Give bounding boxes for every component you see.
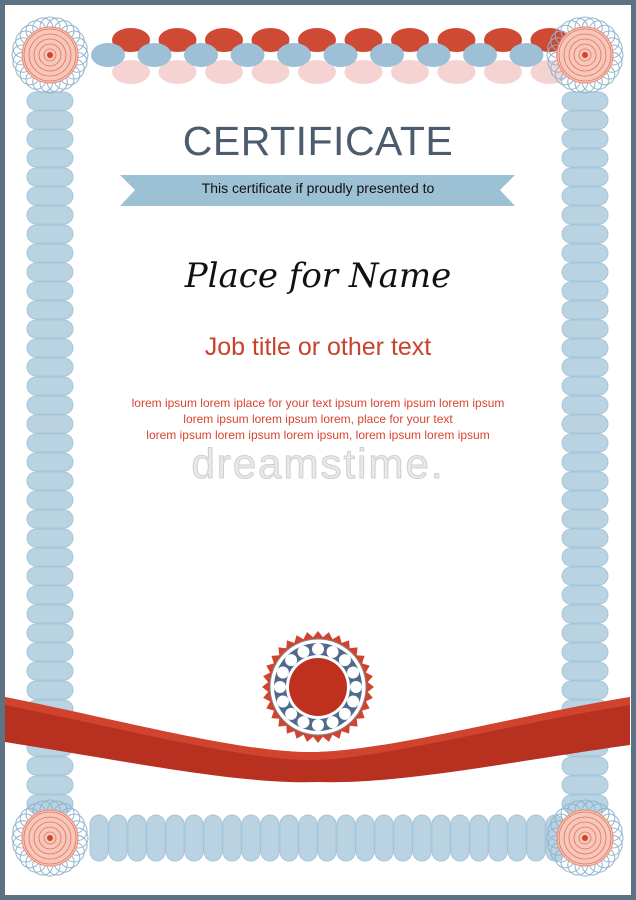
certificate-subtitle: This certificate if proudly presented to	[201, 180, 435, 196]
pillar-segment	[561, 566, 609, 586]
pillar-segment	[561, 661, 609, 681]
pillar-segment	[431, 814, 451, 862]
rosette-icon	[546, 16, 624, 94]
pillar-segment	[89, 814, 109, 862]
pillar-segment	[26, 756, 74, 776]
pillar-segment	[561, 585, 609, 605]
lantern-blue	[91, 43, 125, 67]
pillar-segment	[26, 547, 74, 567]
lantern-blue	[184, 43, 218, 67]
rosette-icon	[546, 799, 624, 877]
pillar-segment	[165, 814, 185, 862]
pillar-segment	[26, 680, 74, 700]
seal-emblem	[262, 631, 374, 743]
lantern-blue	[277, 43, 311, 67]
pillar-segment	[561, 604, 609, 624]
lantern-blue	[416, 43, 451, 67]
pillar-segment	[26, 91, 74, 111]
pillar-segment	[279, 814, 299, 862]
pillar-segment	[561, 224, 609, 244]
pillar-segment	[203, 814, 223, 862]
pillar-segment	[561, 680, 609, 700]
top-lantern-ornament	[91, 28, 590, 84]
pillar-segment	[561, 775, 609, 795]
pillar-segment	[561, 528, 609, 548]
pillar-segment	[488, 814, 508, 862]
pillar-segment	[526, 814, 546, 862]
pillar-segment	[561, 300, 609, 320]
pillar-segment	[26, 604, 74, 624]
pillar-segment	[26, 300, 74, 320]
lantern-blue	[509, 43, 544, 67]
recipient-name: Place for Name	[184, 256, 452, 296]
pillar-segment	[26, 775, 74, 795]
pillar-segment	[336, 814, 356, 862]
pillar-segment	[146, 814, 166, 862]
body-line: lorem ipsum lorem iplace for your text i…	[131, 396, 505, 410]
lantern-blue	[370, 43, 404, 67]
pillar-segment	[108, 814, 128, 862]
pillar-segment	[561, 91, 609, 111]
pillar-segment	[26, 528, 74, 548]
rosette-icon	[11, 16, 89, 94]
pillar-segment	[393, 814, 413, 862]
pillar-segment	[317, 814, 337, 862]
pillar-segment	[26, 205, 74, 225]
pillar-segment	[26, 376, 74, 396]
pillar-segment	[561, 205, 609, 225]
body-line: lorem ipsum lorem ipsum lorem, place for…	[183, 412, 453, 426]
pillar-segment	[469, 814, 489, 862]
pillar-segment	[26, 623, 74, 643]
pillar-segment	[507, 814, 527, 862]
pillar-segment	[26, 566, 74, 586]
pillar-segment	[26, 509, 74, 529]
pillar-segment	[561, 490, 609, 510]
watermark: dreamstime.	[191, 440, 445, 488]
seal-center	[289, 658, 347, 716]
pillar-segment	[561, 376, 609, 396]
job-title: Job title or other text	[204, 333, 432, 361]
lantern-blue	[137, 43, 172, 67]
pillar-segment	[127, 814, 147, 862]
pillar-segment	[561, 509, 609, 529]
lantern-blue	[463, 43, 497, 67]
pillar-segment	[298, 814, 318, 862]
pillar-segment	[561, 547, 609, 567]
pillar-segment	[412, 814, 432, 862]
pillar-segment	[450, 814, 470, 862]
pillar-segment	[241, 814, 261, 862]
rosette-icon	[11, 799, 89, 877]
certificate-title: CERTIFICATE	[182, 118, 454, 164]
pillar-segment	[222, 814, 242, 862]
pillar-segment	[184, 814, 204, 862]
pillar-segment	[260, 814, 280, 862]
lantern-blue	[323, 43, 358, 67]
pillar-segment	[26, 585, 74, 605]
lantern-blue	[230, 43, 265, 67]
pillar-segment	[561, 623, 609, 643]
pillar-segment	[26, 490, 74, 510]
pillar-segment	[26, 224, 74, 244]
pillar-segment	[26, 661, 74, 681]
pillar-segment	[355, 814, 375, 862]
pillar-segment	[374, 814, 394, 862]
pillar-segment	[26, 642, 74, 662]
pillar-segment	[561, 642, 609, 662]
pillar-segment	[561, 756, 609, 776]
